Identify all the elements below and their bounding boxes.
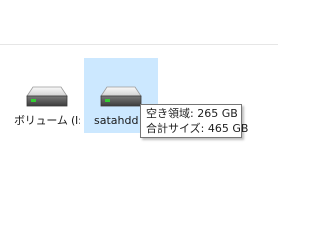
tooltip-total-size: 合計サイズ: 465 GB <box>146 122 249 135</box>
tooltip-free-space: 空き領域: 265 GB <box>146 107 238 120</box>
drive-tooltip: 空き領域: 265 GB 合計サイズ: 465 GB <box>140 104 249 138</box>
drive-label: ボリューム (I:) <box>14 114 80 127</box>
hard-drive-icon <box>100 86 142 107</box>
hard-drive-icon <box>26 86 68 107</box>
top-area <box>0 0 278 44</box>
drive-item-volume-i[interactable]: ボリューム (I:) <box>12 58 82 133</box>
divider <box>0 44 278 45</box>
